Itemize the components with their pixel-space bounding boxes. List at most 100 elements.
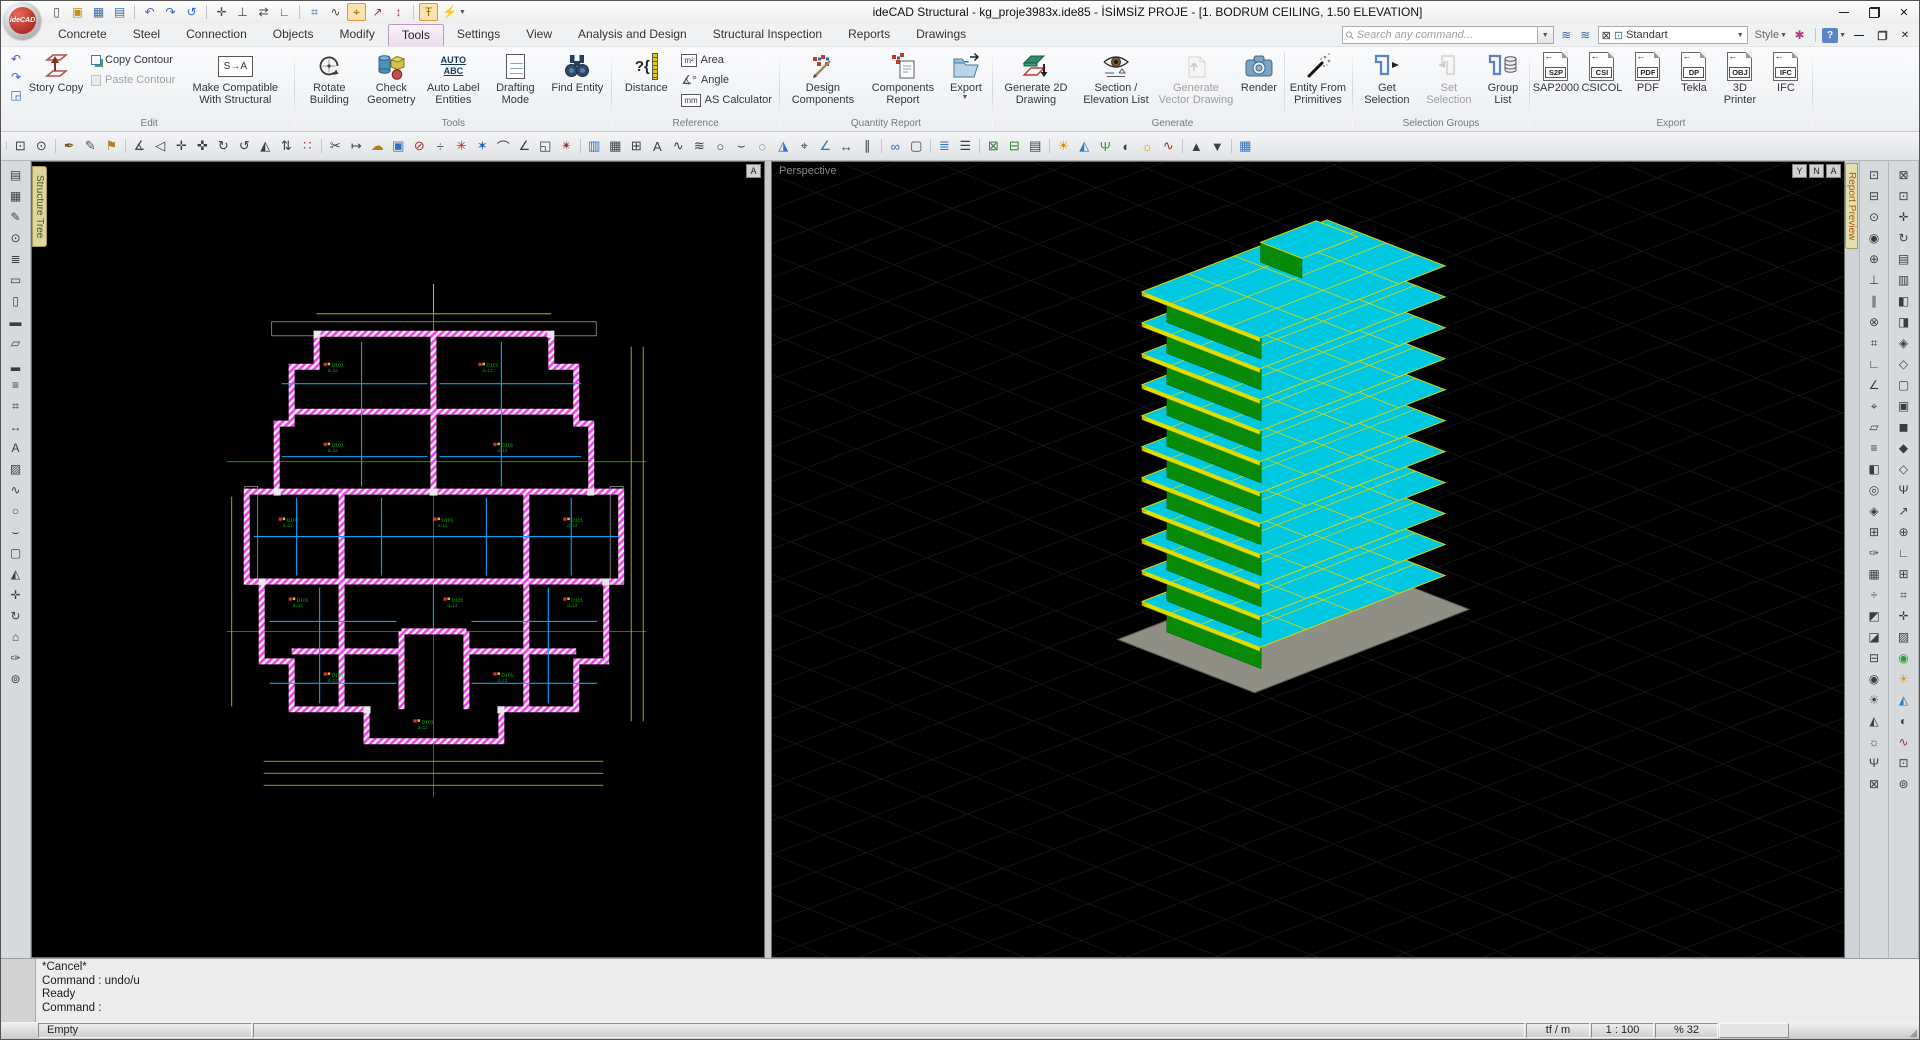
layer-walk-icon[interactable]: ☰ bbox=[955, 136, 976, 157]
close-button[interactable]: ✕ bbox=[1889, 2, 1919, 23]
export-3d-printer-button[interactable]: ←OBJ 3D Printer bbox=[1717, 48, 1763, 117]
section-elevation-list-button[interactable]: Section / Elevation List bbox=[1076, 48, 1156, 117]
sketch-cloud-icon[interactable]: ◌ bbox=[752, 136, 773, 157]
sky-settings-icon[interactable]: ◭ bbox=[1893, 690, 1914, 710]
render-region-icon[interactable]: ◉ bbox=[1893, 648, 1914, 668]
vegetation-icon[interactable]: Ψ bbox=[1095, 136, 1116, 157]
hyperlink-icon[interactable]: ∞ bbox=[885, 136, 906, 157]
magic-edit-icon[interactable]: ✴ bbox=[556, 136, 577, 157]
pin-snap-icon[interactable]: ⌖ bbox=[347, 3, 366, 21]
search-dropdown-button[interactable]: ▼ bbox=[1538, 26, 1554, 44]
export-ifc-button[interactable]: ←IFC IFC bbox=[1763, 48, 1809, 117]
tab-modify[interactable]: Modify bbox=[326, 24, 387, 46]
ortho-mode-icon[interactable]: ∟ bbox=[1864, 354, 1885, 374]
grid-snap-icon[interactable]: ⌗ bbox=[305, 3, 324, 21]
spline-points-icon[interactable]: ∿ bbox=[326, 3, 345, 21]
hidden-line-mode-icon[interactable]: ▣ bbox=[1893, 396, 1914, 416]
camera-path-icon[interactable]: ∿ bbox=[1158, 136, 1179, 157]
dynamic-input-icon[interactable]: ▱ bbox=[1864, 417, 1885, 437]
divide-icon[interactable]: ÷ bbox=[430, 136, 451, 157]
tab-objects[interactable]: Objects bbox=[260, 24, 327, 46]
section-plane-icon[interactable]: ⊟ bbox=[1864, 648, 1885, 668]
iso-view-icon[interactable]: ◈ bbox=[1893, 333, 1914, 353]
3d-model-canvas[interactable] bbox=[772, 162, 1844, 957]
ucs-icon-icon[interactable]: ∟ bbox=[1893, 543, 1914, 563]
tab-concrete[interactable]: Concrete bbox=[45, 24, 120, 46]
table-icon[interactable]: ▦ bbox=[1235, 136, 1256, 157]
area-button[interactable]: m²Area bbox=[677, 50, 776, 70]
idecad-logo-icon[interactable]: ideCAD bbox=[4, 2, 41, 39]
undo-icon[interactable]: ↶ bbox=[140, 3, 159, 21]
status-scale[interactable]: 1 : 100 bbox=[1591, 1023, 1654, 1038]
export-sap2000-button[interactable]: ←S2P SAP2000 bbox=[1533, 48, 1579, 117]
xray-mode-icon[interactable]: ◇ bbox=[1893, 459, 1914, 479]
tab-analysis-and-design[interactable]: Analysis and Design bbox=[565, 24, 700, 46]
plan-viewport[interactable]: Structure Tree A bbox=[31, 161, 765, 958]
style-manager-icon[interactable]: ✱ bbox=[1790, 26, 1809, 44]
stairs-tool-icon[interactable]: ≡ bbox=[5, 375, 26, 395]
revision-cloud-icon[interactable]: ☁ bbox=[367, 136, 388, 157]
fillet-icon[interactable]: ⌒ bbox=[493, 136, 514, 157]
grid-display-icon[interactable]: ⌗ bbox=[1893, 585, 1914, 605]
axes-corner-icon[interactable]: A bbox=[746, 164, 761, 178]
annotation-scale-icon[interactable]: ✑ bbox=[1864, 543, 1885, 563]
help-button[interactable]: ? bbox=[1822, 28, 1838, 43]
circle-tool-icon[interactable]: ○ bbox=[5, 501, 26, 521]
make-compatible-button[interactable]: S→A Make Compatible With Structural bbox=[179, 48, 291, 117]
dimension-tool-icon[interactable]: ↔ bbox=[5, 417, 26, 437]
sun-tool-icon[interactable]: ☼ bbox=[1864, 732, 1885, 752]
options-tool-icon[interactable]: ⊚ bbox=[5, 669, 26, 689]
report-preview-tab[interactable]: Report Preview bbox=[1845, 163, 1858, 249]
status-units[interactable]: tf / m bbox=[1526, 1023, 1590, 1038]
move-tool-icon[interactable]: ✛ bbox=[5, 585, 26, 605]
array-icon[interactable]: ∷ bbox=[297, 136, 318, 157]
export-csicol-button[interactable]: ←CSI CSICOL bbox=[1579, 48, 1625, 117]
rotate-icon[interactable]: ↻ bbox=[213, 136, 234, 157]
filter-toggle-icon[interactable]: Y bbox=[1792, 164, 1807, 178]
layer-states-icon[interactable]: ≋ bbox=[1576, 26, 1595, 44]
axis-tool-icon[interactable]: ⌗ bbox=[5, 396, 26, 416]
story-copy-button[interactable]: Story Copy bbox=[25, 48, 87, 117]
parallel-snap-icon[interactable]: ∥ bbox=[1864, 291, 1885, 311]
material-tool-icon[interactable]: ◭ bbox=[1864, 711, 1885, 731]
move-copy-icon[interactable]: ✜ bbox=[192, 136, 213, 157]
tab-steel[interactable]: Steel bbox=[120, 24, 173, 46]
camera-tool-icon[interactable]: ◉ bbox=[1864, 669, 1885, 689]
find-entity-button[interactable]: Find Entity bbox=[546, 48, 608, 117]
chamfer-icon[interactable]: ∠ bbox=[514, 136, 535, 157]
shadow-icon[interactable]: ◐ bbox=[1116, 136, 1137, 157]
vertical-reference-icon[interactable]: ↕ bbox=[389, 3, 408, 21]
generate-vector-drawing-button[interactable]: Generate Vector Drawing bbox=[1156, 48, 1236, 117]
rotate-building-button[interactable]: Rotate Building bbox=[298, 48, 360, 117]
zoom-window-icon[interactable]: ⊡ bbox=[10, 136, 31, 157]
grid-snap-toggle-icon[interactable]: ⌗ bbox=[1864, 333, 1885, 353]
polar-tracking-icon[interactable]: ∠ bbox=[1864, 375, 1885, 395]
zoom-extents-icon[interactable]: ⊠ bbox=[1893, 165, 1914, 185]
redo-icon[interactable]: ↷ bbox=[161, 3, 180, 21]
label-tool-icon[interactable]: ✑ bbox=[5, 648, 26, 668]
check-geometry-button[interactable]: Check Geometry bbox=[360, 48, 422, 117]
pointer-reference-icon[interactable]: ↗ bbox=[368, 3, 387, 21]
status-zoom[interactable]: % 32 bbox=[1655, 1023, 1718, 1038]
search-input[interactable] bbox=[1357, 29, 1534, 41]
excel-import-icon[interactable]: ⊟ bbox=[1004, 136, 1025, 157]
dropdown-arrow-icon[interactable]: ▼ bbox=[459, 9, 466, 16]
command-search[interactable]: ⚲ bbox=[1342, 26, 1538, 44]
transparency-icon[interactable]: ◧ bbox=[1864, 459, 1885, 479]
save-icon[interactable]: ▦ bbox=[89, 3, 108, 21]
left-view-icon[interactable]: ◧ bbox=[1893, 291, 1914, 311]
hatch-tool-icon[interactable]: ▨ bbox=[5, 459, 26, 479]
schedule-grid-icon[interactable]: ▦ bbox=[605, 136, 626, 157]
beam-tool-icon[interactable]: ▬ bbox=[5, 312, 26, 332]
move-icon[interactable]: ✛ bbox=[171, 136, 192, 157]
restore-button[interactable] bbox=[1859, 2, 1889, 23]
pan-icon[interactable]: ✛ bbox=[1893, 207, 1914, 227]
front-view-icon[interactable]: ▤ bbox=[1893, 249, 1914, 269]
capture-view-icon[interactable]: ⊡ bbox=[1893, 753, 1914, 773]
right-view-icon[interactable]: ◨ bbox=[1893, 312, 1914, 332]
wireframe-mode-icon[interactable]: ▢ bbox=[1893, 375, 1914, 395]
match-properties-icon[interactable]: ✒ bbox=[59, 136, 80, 157]
minimize-button[interactable] bbox=[1829, 2, 1859, 23]
3d-osnap-icon[interactable]: ◈ bbox=[1864, 501, 1885, 521]
axes-toggle-icon[interactable]: A bbox=[1826, 164, 1841, 178]
